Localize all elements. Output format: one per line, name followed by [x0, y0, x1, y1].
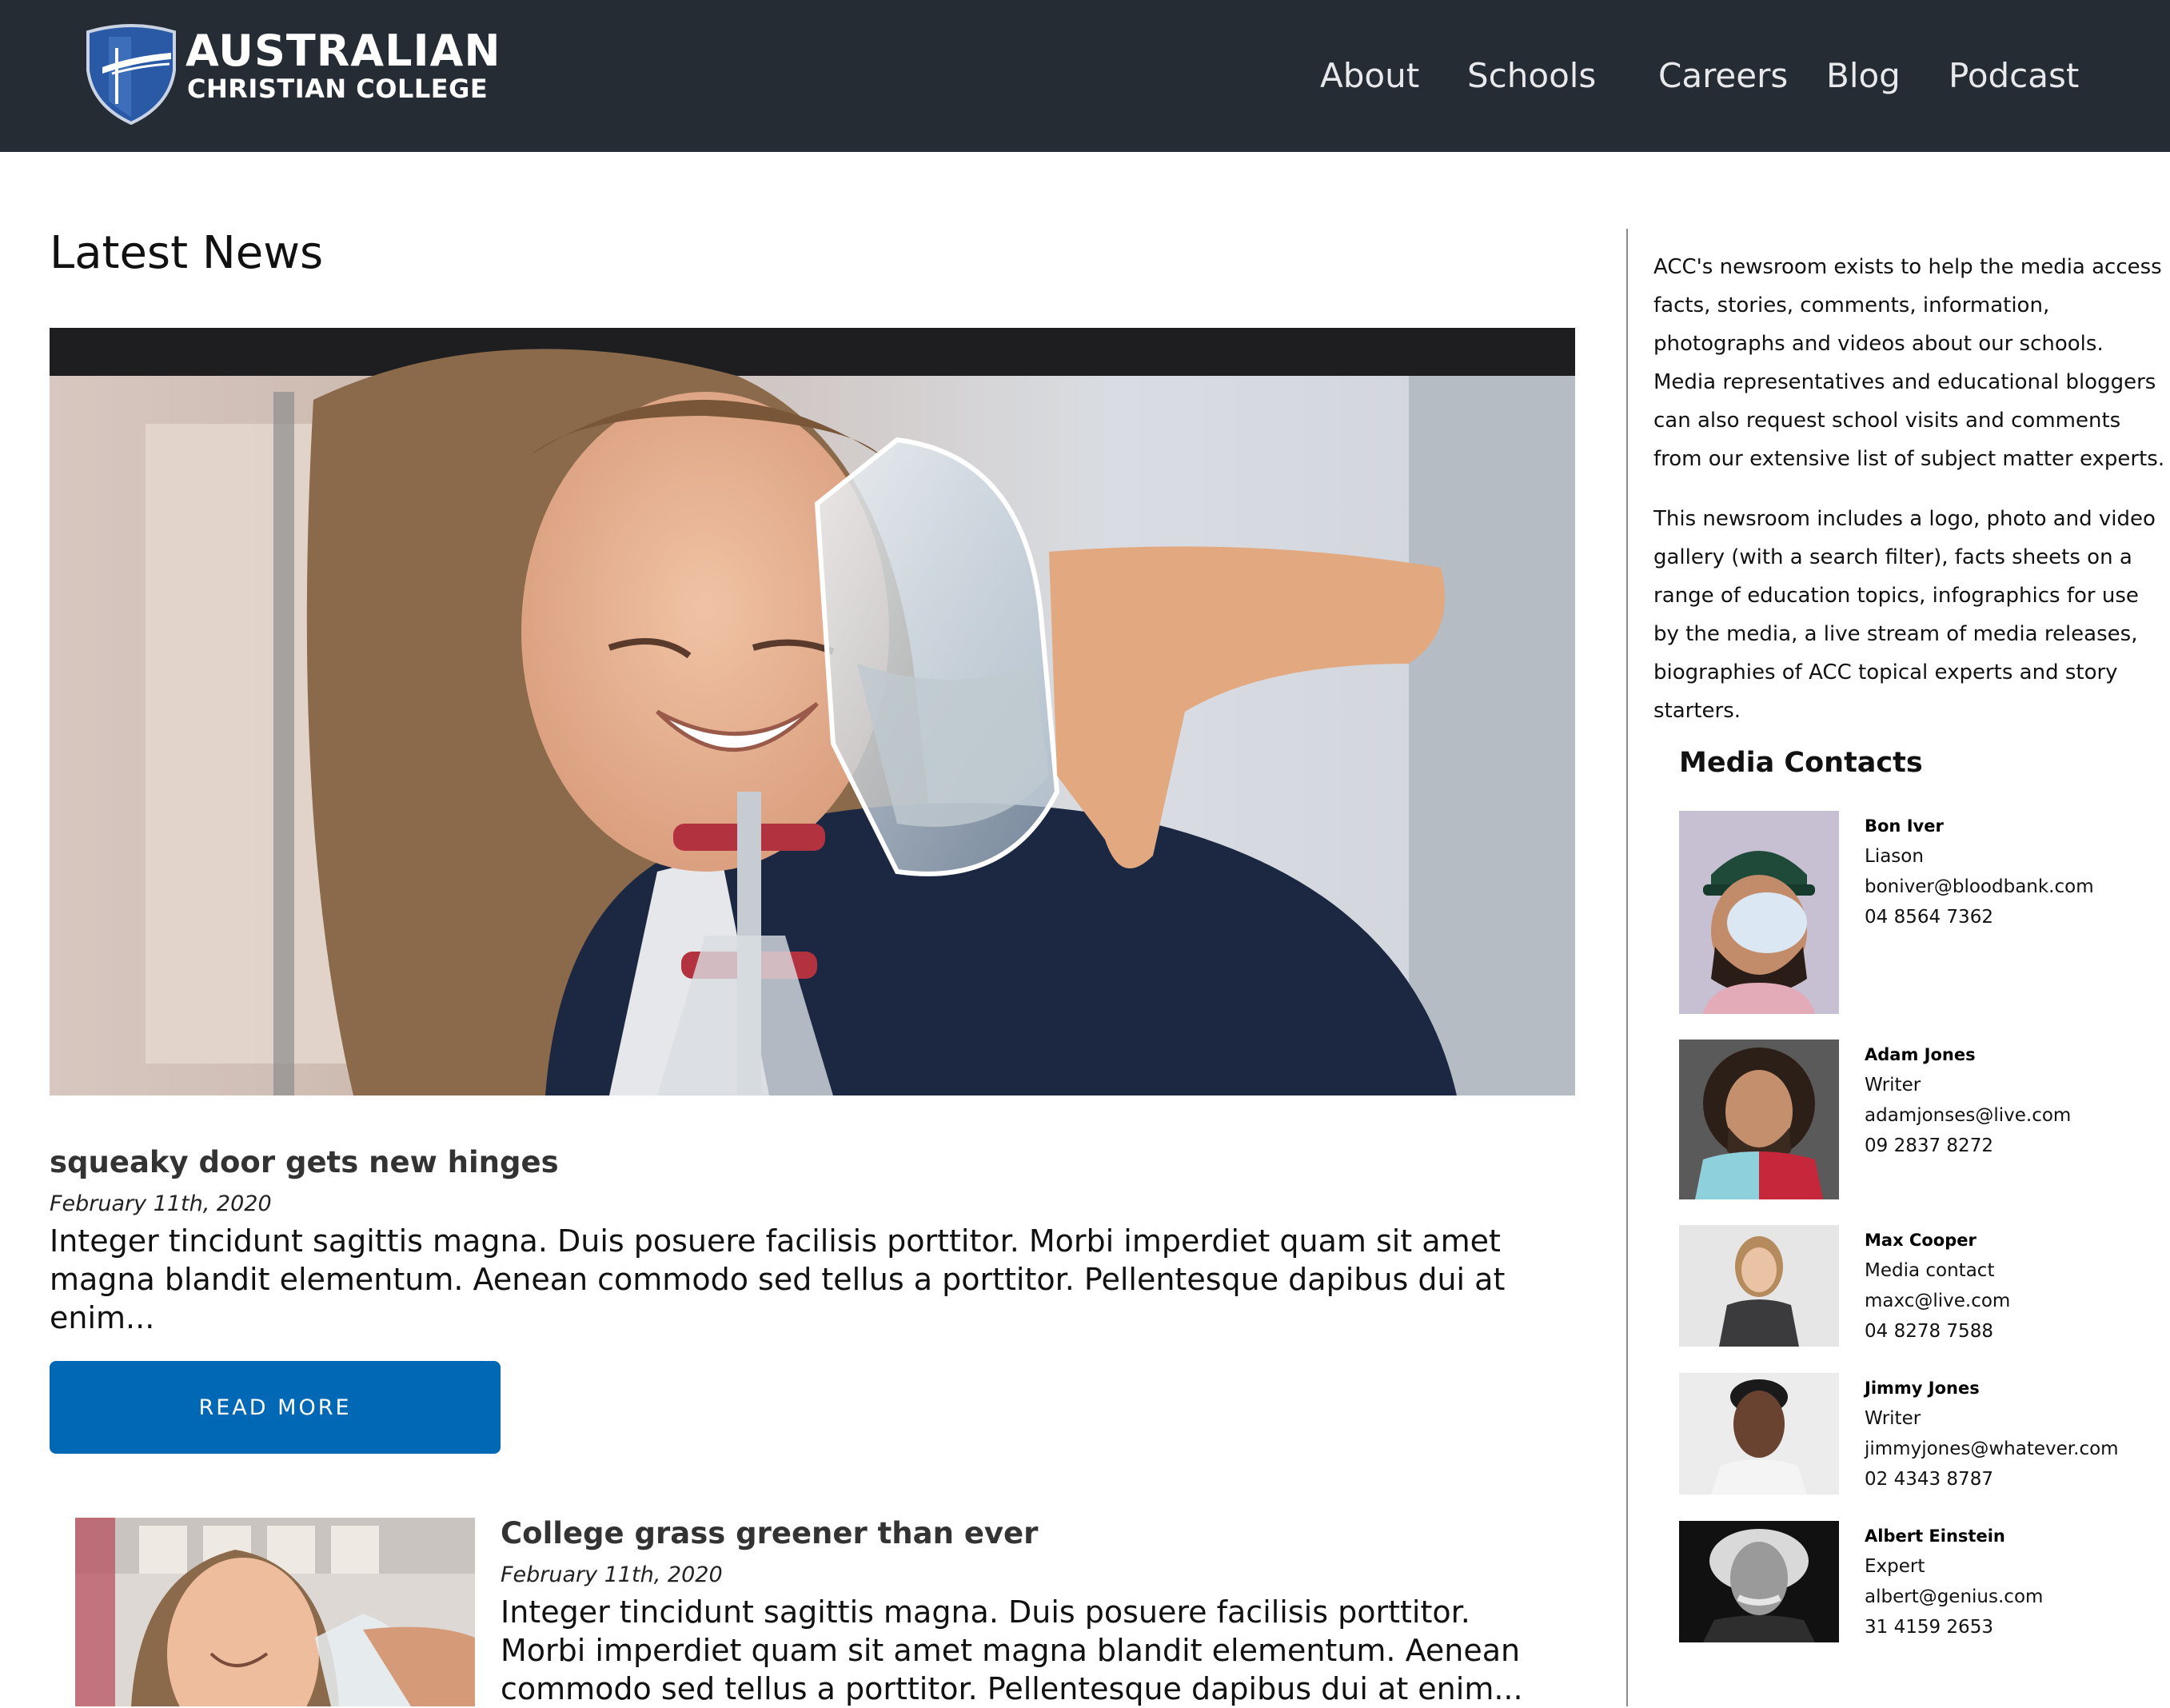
page-title: Latest News [50, 227, 324, 279]
contact-phone[interactable]: 04 8278 7588 [1865, 1316, 2010, 1347]
read-more-button[interactable]: READ MORE [50, 1361, 501, 1454]
featured-article-date: February 11th, 2020 [50, 1191, 272, 1216]
contact-photo [1679, 1521, 1839, 1642]
media-contacts-heading: Media Contacts [1679, 747, 1923, 779]
contact-role: Media contact [1865, 1260, 1995, 1281]
contact-name: Max Cooper [1865, 1231, 1977, 1250]
main-nav: About Schools Careers Blog Podcast [0, 56, 2170, 104]
contact-email[interactable]: maxc@live.com [1865, 1286, 2010, 1316]
nav-podcast[interactable]: Podcast [1949, 56, 2079, 95]
contact-photo [1679, 1040, 1839, 1199]
contact-email[interactable]: jimmyjones@whatever.com [1865, 1434, 2119, 1464]
featured-article-title[interactable]: squeaky door gets new hinges [50, 1145, 559, 1179]
sidebar-divider [1626, 229, 1628, 1706]
contact-info: Bon Iver Liason boniver@bloodbank.com 04… [1865, 811, 2094, 932]
featured-article-excerpt: Integer tincidunt sagittis magna. Duis p… [50, 1223, 1506, 1335]
contact-info: Jimmy Jones Writer jimmyjones@whatever.c… [1865, 1373, 2119, 1494]
contact-info: Albert Einstein Expert albert@genius.com… [1865, 1521, 2043, 1642]
second-article-excerpt: Integer tincidunt sagittis magna. Duis p… [501, 1594, 1523, 1706]
contact-phone[interactable]: 31 4159 2653 [1865, 1612, 2043, 1642]
contact-photo [1679, 1225, 1839, 1347]
contact-role: Expert [1865, 1556, 1925, 1577]
contact-name: Bon Iver [1865, 816, 1944, 836]
second-article-date: February 11th, 2020 [501, 1562, 723, 1587]
contact-name: Adam Jones [1865, 1045, 1976, 1064]
student-lab-thumbnail [75, 1518, 475, 1706]
contact-email[interactable]: adamjonses@live.com [1865, 1100, 2071, 1131]
nav-about[interactable]: About [1320, 56, 1419, 95]
contact-email[interactable]: boniver@bloodbank.com [1865, 872, 2094, 902]
contact-name: Albert Einstein [1865, 1526, 2005, 1546]
featured-article-image[interactable] [50, 328, 1575, 1095]
contact-photo [1679, 1373, 1839, 1494]
newsroom-intro-paragraph-2: This newsroom includes a logo, photo and… [1653, 507, 2156, 723]
contact-role: Writer [1865, 1408, 1921, 1429]
student-lab-photo [50, 328, 1575, 1095]
second-article-image[interactable] [75, 1518, 475, 1706]
contact-role: Writer [1865, 1075, 1921, 1095]
contact-photo [1679, 811, 1839, 1014]
contact-info: Adam Jones Writer adamjonses@live.com 09… [1865, 1040, 2071, 1161]
newsroom-intro-paragraph-1: ACC's newsroom exists to help the media … [1653, 255, 2165, 471]
contact-name: Jimmy Jones [1865, 1379, 1980, 1398]
nav-careers[interactable]: Careers [1658, 56, 1788, 95]
contact-phone[interactable]: 04 8564 7362 [1865, 902, 2094, 932]
site-header: AUSTRALIAN CHRISTIAN COLLEGE About Schoo… [0, 0, 2170, 152]
contact-email[interactable]: albert@genius.com [1865, 1582, 2043, 1612]
nav-schools[interactable]: Schools [1467, 56, 1596, 95]
nav-blog[interactable]: Blog [1826, 56, 1901, 95]
contact-phone[interactable]: 02 4343 8787 [1865, 1464, 2119, 1494]
contact-info: Max Cooper Media contact maxc@live.com 0… [1865, 1225, 2010, 1347]
second-article-title[interactable]: College grass greener than ever [501, 1516, 1038, 1550]
contact-role: Liason [1865, 846, 1924, 867]
contact-phone[interactable]: 09 2837 8272 [1865, 1131, 2071, 1161]
